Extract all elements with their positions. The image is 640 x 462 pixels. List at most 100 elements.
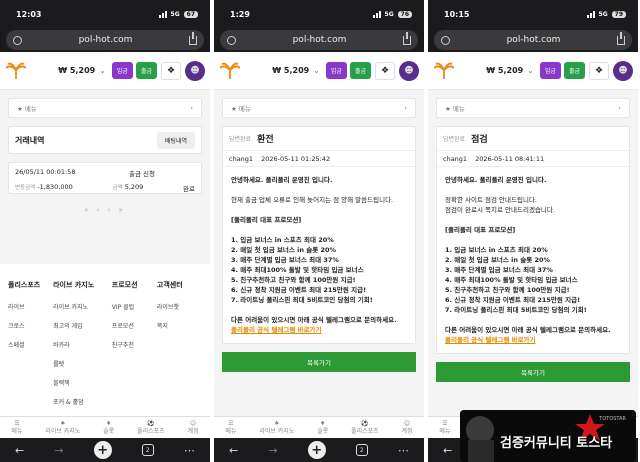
message-user: chang1 [443,154,468,163]
palm-logo-icon[interactable] [5,61,27,81]
message-datetime: 2026-05-11 08:41:11 [475,154,545,163]
more-icon[interactable]: ⋯ [184,444,195,457]
message-card: 답변완료 점검 chang1 2026-05-11 08:41:11 안녕하세요… [436,126,630,354]
message-datetime: 2026-05-11 01:25:42 [261,154,331,163]
battery-badge: 76 [397,10,412,18]
status-bar: 10:15 5G 79 [428,0,638,28]
avatar[interactable]: ☻ [613,60,633,81]
battery-badge: 67 [183,10,198,18]
status-time: 10:15 [444,9,470,19]
nav-live-casino[interactable]: ♠라이브 카지노 [45,420,80,436]
nav-sports[interactable]: ⚽폴리스포츠 [137,420,165,436]
telegram-link[interactable]: 폴리폴리 공식 텔레그램 바로가기 [231,325,407,335]
share-icon[interactable] [188,31,197,45]
bet-history-button[interactable]: 배팅내역 [156,131,195,149]
back-arrow-icon[interactable]: ← [229,444,238,457]
status-bar: 12:03 5G 67 [0,0,210,28]
browser-toolbar: ← → +2 ⋯ [0,438,210,462]
signal-icon [158,10,167,18]
avatar[interactable]: ☻ [399,60,419,81]
chevron-right-icon: › [618,104,621,112]
nav-account[interactable]: ☺계정 [402,420,413,436]
site-settings-icon[interactable] [227,35,236,45]
site-settings-icon[interactable] [13,35,22,45]
menu-dropdown[interactable]: ★ 메뉴 › [436,98,630,118]
table-row[interactable]: 26/05/11 00:01:58 출금 신청 변동금액 -1,830,000 … [8,162,202,194]
chevron-down-icon[interactable]: ⌄ [313,66,320,75]
share-icon[interactable] [402,31,411,45]
signal-icon [372,10,381,18]
avatar[interactable]: ☻ [185,60,205,81]
withdraw-button[interactable]: 출금 [135,62,157,79]
nav-menu[interactable]: ☰ 메뉴 [11,420,22,436]
message-title: 점검 [471,135,488,145]
deposit-button[interactable]: 입금 [539,62,561,79]
tab-switcher-icon[interactable]: 2 [355,444,368,456]
address-bar[interactable]: pol-hot.com [220,30,418,50]
back-to-list-button[interactable]: 목록가기 [436,362,630,382]
footer-col-promo: 프로모션 VIP 클럽 프로모션 친구추천 [111,281,138,349]
balance-display[interactable]: ₩ 5,209 [27,66,99,75]
nav-menu[interactable]: ☰ 메뉴 [225,420,236,436]
status-badge: 완료 [183,185,195,193]
forward-arrow-icon[interactable]: → [54,444,63,457]
telegram-link[interactable]: 폴리폴리 공식 텔레그램 바로가기 [445,335,621,345]
site-header: ₩ 5,209 ⌄ 입금 출금 ❖ ☻ [214,52,424,90]
gift-icon[interactable]: ❖ [161,61,181,80]
tx-balance: 5,209 [124,183,144,191]
new-tab-icon[interactable]: + [307,441,326,459]
palm-logo-icon[interactable] [219,61,241,81]
address-bar[interactable]: pol-hot.com [6,30,204,50]
new-tab-icon[interactable]: + [93,441,112,459]
gift-icon[interactable]: ❖ [375,61,395,80]
palm-logo-icon[interactable] [433,61,455,81]
nav-slots[interactable]: ♦슬롯 [103,420,114,436]
watermark-sub: TOTOSTAR [599,416,626,422]
bottom-nav: ☰메뉴 ♠라이브 카지노 ♦슬롯 ⚽폴리스포츠 ☺계정 [214,416,424,438]
screen-message-maintenance: 10:15 5G 79 pol-hot.com ₩ 5,209 ⌄ 입금 출금 ❖… [428,0,638,462]
tx-amount: -1,830,000 [37,183,73,191]
back-to-list-button[interactable]: 목록가기 [222,352,416,372]
share-icon[interactable] [616,31,625,45]
chevron-down-icon[interactable]: ⌄ [527,66,534,75]
forward-arrow-icon[interactable]: → [268,444,277,457]
back-arrow-icon[interactable]: ← [443,444,452,457]
nav-slots[interactable]: ♦슬롯 [317,420,328,436]
more-icon[interactable]: ⋯ [398,444,409,457]
message-body: 안녕하세요. 폴리폴리 운영진 입니다. 정확한 사이트 점검 안내드립니다. … [437,167,629,353]
screen-message-exchange: 1:29 5G 76 pol-hot.com ₩ 5,209 ⌄ 입금 출금 ❖ … [214,0,424,462]
tx-date: 26/05/11 00:01:58 [15,168,76,176]
battery-badge: 79 [611,10,626,18]
site-settings-icon[interactable] [441,35,450,45]
nav-menu[interactable]: ☰ 메뉴 [439,420,450,436]
withdraw-button[interactable]: 출금 [349,62,371,79]
balance-display[interactable]: ₩ 5,209 [241,66,313,75]
message-body: 안녕하세요. 폴리폴리 운영진 입니다. 현재 출금 업체 오류로 인해 늦어지… [223,167,415,343]
address-bar[interactable]: pol-hot.com [434,30,632,50]
menu-dropdown[interactable]: ★ 메뉴 › [8,98,202,118]
gift-icon[interactable]: ❖ [589,61,609,80]
pagination[interactable]: « ‹ › » [0,206,210,214]
deposit-button[interactable]: 입금 [111,62,133,79]
nav-sports[interactable]: ⚽폴리스포츠 [351,420,379,436]
star-icon: ★ [17,105,25,113]
chevron-right-icon: › [190,104,193,112]
footer-col-support: 고객센터 라이브챗 쪽지 [156,281,183,330]
status-time: 1:29 [230,9,250,19]
screen-transactions: 12:03 5G 67 pol-hot.com ₩ 5,209 ⌄ 입금 출금 ❖… [0,0,210,462]
menu-dropdown[interactable]: ★ 메뉴 › [222,98,416,118]
chevron-down-icon[interactable]: ⌄ [99,66,106,75]
url-text: pol-hot.com [506,35,561,45]
answered-badge: 답변완료 [229,136,252,143]
back-arrow-icon[interactable]: ← [15,444,24,457]
message-title: 환전 [257,135,274,145]
balance-display[interactable]: ₩ 5,209 [455,66,527,75]
withdraw-button[interactable]: 출금 [563,62,585,79]
tab-switcher-icon[interactable]: 2 [141,444,154,456]
site-header: ₩ 5,209 ⌄ 입금 출금 ❖ ☻ [0,52,210,90]
nav-account[interactable]: ☺계정 [188,420,199,436]
nav-live-casino[interactable]: ♠라이브 카지노 [259,420,294,436]
signal-icon [586,10,595,18]
watermark-logo: 검증커뮤니티 토스타 TOTOSTAR [460,410,636,462]
deposit-button[interactable]: 입금 [325,62,347,79]
